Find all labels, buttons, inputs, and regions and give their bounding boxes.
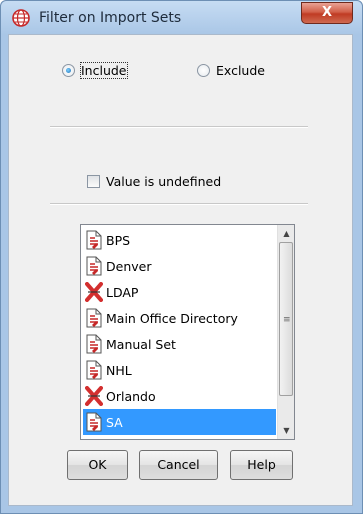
list-item-selected[interactable]: SA	[83, 409, 276, 435]
import-set-document-icon	[86, 308, 102, 328]
list-item-label: LDAP	[106, 284, 139, 300]
list-item-label: SA	[106, 414, 123, 430]
list-item[interactable]: Main Office Directory	[83, 305, 276, 331]
exclude-radio-button[interactable]	[197, 64, 210, 77]
cancel-button[interactable]: Cancel	[139, 450, 218, 480]
include-radio-option[interactable]: Include	[62, 62, 128, 79]
import-set-document-icon	[86, 334, 102, 354]
include-label: Include	[80, 62, 128, 79]
window-title: Filter on Import Sets	[39, 10, 182, 26]
list-item[interactable]: LDAP	[83, 279, 276, 305]
list-item-label: BPS	[106, 232, 131, 248]
value-undefined-label: Value is undefined	[106, 174, 222, 189]
list-item-label: Main Office Directory	[106, 310, 238, 326]
title-bar[interactable]: Filter on Import Sets X	[1, 1, 362, 35]
help-button[interactable]: Help	[230, 450, 293, 480]
list-item[interactable]: Denver	[83, 253, 276, 279]
list-item-label: NHL	[106, 362, 132, 378]
list-item[interactable]: Orlando	[83, 383, 276, 409]
exclude-label: Exclude	[216, 63, 265, 78]
value-undefined-checkbox[interactable]	[87, 175, 100, 188]
scroll-grip-icon: ≡	[283, 315, 291, 325]
exclude-radio-option[interactable]: Exclude	[197, 63, 265, 78]
separator-top	[50, 126, 308, 128]
scroll-down-arrow-icon[interactable]: ▼	[278, 422, 294, 439]
disabled-x-icon	[85, 386, 103, 406]
list-item-label: Manual Set	[106, 336, 176, 352]
close-icon: X	[321, 5, 333, 20]
list-item[interactable]: Manual Set	[83, 331, 276, 357]
import-sets-list[interactable]: BPS Denver LDAP Main Office Directory Ma…	[80, 224, 295, 440]
import-set-document-icon	[86, 412, 102, 432]
list-item[interactable]: NHL	[83, 357, 276, 383]
import-set-document-icon	[86, 360, 102, 380]
separator-bottom	[50, 203, 308, 205]
list-item[interactable]: BPS	[83, 227, 276, 253]
import-set-document-icon	[86, 256, 102, 276]
app-globe-icon	[12, 9, 30, 27]
ok-button[interactable]: OK	[67, 450, 128, 480]
scroll-up-arrow-icon[interactable]: ▲	[278, 225, 294, 242]
include-radio-button[interactable]	[62, 64, 75, 77]
import-set-document-icon	[86, 230, 102, 250]
close-button[interactable]: X	[301, 2, 353, 24]
list-item-label: Orlando	[106, 388, 156, 404]
disabled-x-icon	[85, 282, 103, 302]
value-undefined-option[interactable]: Value is undefined	[87, 174, 221, 189]
list-item-label: Denver	[106, 258, 152, 274]
list-scrollbar[interactable]: ▲ ≡ ▼	[277, 225, 294, 439]
scroll-thumb[interactable]: ≡	[279, 242, 293, 396]
